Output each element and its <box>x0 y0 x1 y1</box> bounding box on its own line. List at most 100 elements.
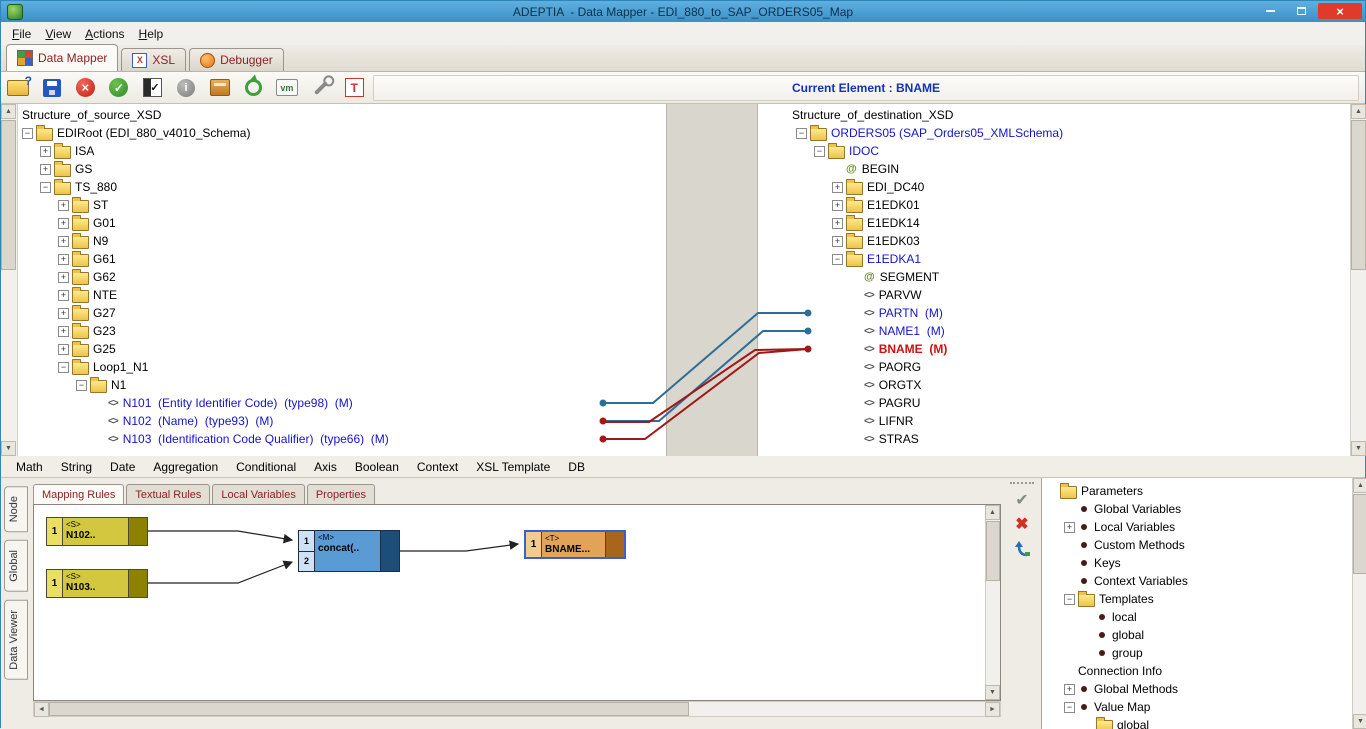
scroll-down-icon[interactable] <box>1351 441 1366 456</box>
parameters-scrollbar[interactable] <box>1352 478 1366 729</box>
vm-button[interactable] <box>276 77 298 99</box>
tree-item[interactable]: +N9 <box>18 232 666 250</box>
function-menu-conditional[interactable]: Conditional <box>227 458 305 476</box>
canvas-vertical-scrollbar[interactable] <box>985 505 1000 700</box>
close-mapping-button[interactable] <box>75 77 97 99</box>
function-menu-db[interactable]: DB <box>559 458 594 476</box>
tree-item[interactable]: <>LIFNR <box>792 412 1350 430</box>
apply-rule-icon[interactable] <box>1015 492 1028 510</box>
rule-connector[interactable] <box>148 562 292 583</box>
rule-node-source[interactable]: 1<S>N103.. <box>46 569 148 598</box>
validate-button[interactable] <box>142 77 164 99</box>
expand-icon[interactable]: + <box>58 344 69 355</box>
input-port[interactable]: 1 <box>299 531 314 552</box>
tree-item[interactable]: <>PARTN (M) <box>792 304 1350 322</box>
expand-icon[interactable]: + <box>58 236 69 247</box>
collapse-icon[interactable]: − <box>832 254 843 265</box>
collapse-icon[interactable]: − <box>1064 594 1075 605</box>
expand-icon[interactable]: + <box>58 200 69 211</box>
mapping-rules-canvas[interactable]: 1<S>N102..1<S>N103..12<M>concat(..1<T>BN… <box>33 504 1001 701</box>
close-button[interactable] <box>1318 3 1362 19</box>
scroll-left-icon[interactable] <box>34 702 49 717</box>
tree-item[interactable]: +G61 <box>18 250 666 268</box>
function-menu-boolean[interactable]: Boolean <box>346 458 408 476</box>
function-menu-context[interactable]: Context <box>408 458 467 476</box>
settings-button[interactable] <box>310 77 332 99</box>
side-tab-node[interactable]: Node <box>4 486 28 532</box>
tree-item[interactable]: Keys <box>1042 554 1352 572</box>
scrollbar-thumb[interactable] <box>1351 120 1366 270</box>
menu-help[interactable]: Help <box>132 24 171 44</box>
expand-icon[interactable]: + <box>58 254 69 265</box>
minimize-button[interactable] <box>1256 3 1284 19</box>
tree-item[interactable]: +EDI_DC40 <box>792 178 1350 196</box>
pane-divider[interactable] <box>666 104 758 456</box>
tree-item[interactable]: @SEGMENT <box>792 268 1350 286</box>
tree-item[interactable]: <>ORGTX <box>792 376 1350 394</box>
expand-icon[interactable]: + <box>1064 684 1075 695</box>
expand-icon[interactable]: + <box>58 326 69 337</box>
collapse-icon[interactable]: − <box>58 362 69 373</box>
move-up-rule-icon[interactable] <box>1013 540 1031 563</box>
scroll-up-icon[interactable] <box>1 104 16 119</box>
tree-item[interactable]: +E1EDK03 <box>792 232 1350 250</box>
scrollbar-thumb[interactable] <box>49 702 689 716</box>
function-menu-string[interactable]: String <box>52 458 101 476</box>
tree-item[interactable]: −TS_880 <box>18 178 666 196</box>
tree-item[interactable]: global <box>1042 626 1352 644</box>
rules-tab-local-variables[interactable]: Local Variables <box>212 484 304 504</box>
side-tab-global[interactable]: Global <box>4 540 28 592</box>
rules-tab-mapping-rules[interactable]: Mapping Rules <box>33 484 124 504</box>
collapse-icon[interactable]: − <box>1064 702 1075 713</box>
collapse-icon[interactable]: − <box>796 128 807 139</box>
scroll-up-icon[interactable] <box>1353 478 1366 493</box>
expand-icon[interactable]: + <box>58 272 69 283</box>
expand-icon[interactable]: + <box>58 308 69 319</box>
expand-icon[interactable]: + <box>832 200 843 211</box>
tree-item[interactable]: global <box>1042 716 1352 729</box>
delete-rule-icon[interactable] <box>1015 516 1028 534</box>
expand-icon[interactable]: + <box>832 218 843 229</box>
tree-item[interactable]: +G27 <box>18 304 666 322</box>
tree-item[interactable]: +ISA <box>18 142 666 160</box>
input-port[interactable]: 2 <box>299 552 314 572</box>
menu-file[interactable]: File <box>5 24 38 44</box>
tree-item[interactable]: +Local Variables <box>1042 518 1352 536</box>
tab-debugger[interactable]: Debugger <box>189 48 284 71</box>
tree-item[interactable]: Global Variables <box>1042 500 1352 518</box>
save-button[interactable] <box>41 77 63 99</box>
tree-item[interactable]: +GS <box>18 160 666 178</box>
collapse-icon[interactable]: − <box>814 146 825 157</box>
tree-item[interactable]: group <box>1042 644 1352 662</box>
tree-item[interactable]: +G62 <box>18 268 666 286</box>
scroll-right-icon[interactable] <box>985 702 1000 717</box>
tree-item[interactable]: <>BNAME (M) <box>792 340 1350 358</box>
info-button[interactable] <box>175 77 197 99</box>
tree-item[interactable]: +Global Methods <box>1042 680 1352 698</box>
menu-view[interactable]: View <box>38 24 78 44</box>
refresh-button[interactable] <box>242 77 264 99</box>
tree-item[interactable]: <>N102 (Name) (type93) (M) <box>18 412 666 430</box>
scroll-up-icon[interactable] <box>985 505 1000 520</box>
tree-item[interactable]: Parameters <box>1042 482 1352 500</box>
expand-icon[interactable]: + <box>58 218 69 229</box>
scrollbar-thumb[interactable] <box>1353 494 1366 574</box>
tree-item[interactable]: <>NAME1 (M) <box>792 322 1350 340</box>
tab-data-mapper[interactable]: Data Mapper <box>6 44 118 71</box>
menu-actions[interactable]: Actions <box>78 24 131 44</box>
expand-icon[interactable]: + <box>832 236 843 247</box>
expand-icon[interactable]: + <box>40 146 51 157</box>
tab-xsl[interactable]: XSL <box>121 48 186 71</box>
rules-tab-properties[interactable]: Properties <box>307 484 375 504</box>
tree-item[interactable]: Custom Methods <box>1042 536 1352 554</box>
text-button[interactable] <box>344 77 366 99</box>
tree-item[interactable]: −E1EDKA1 <box>792 250 1350 268</box>
maximize-button[interactable] <box>1287 3 1315 19</box>
tree-item[interactable]: +G23 <box>18 322 666 340</box>
tree-item[interactable]: <>PARVW <box>792 286 1350 304</box>
expand-icon[interactable]: + <box>58 290 69 301</box>
tree-item[interactable]: +G25 <box>18 340 666 358</box>
expand-icon[interactable]: + <box>40 164 51 175</box>
rule-node-source[interactable]: 1<S>N102.. <box>46 517 148 546</box>
expand-icon[interactable]: + <box>832 182 843 193</box>
